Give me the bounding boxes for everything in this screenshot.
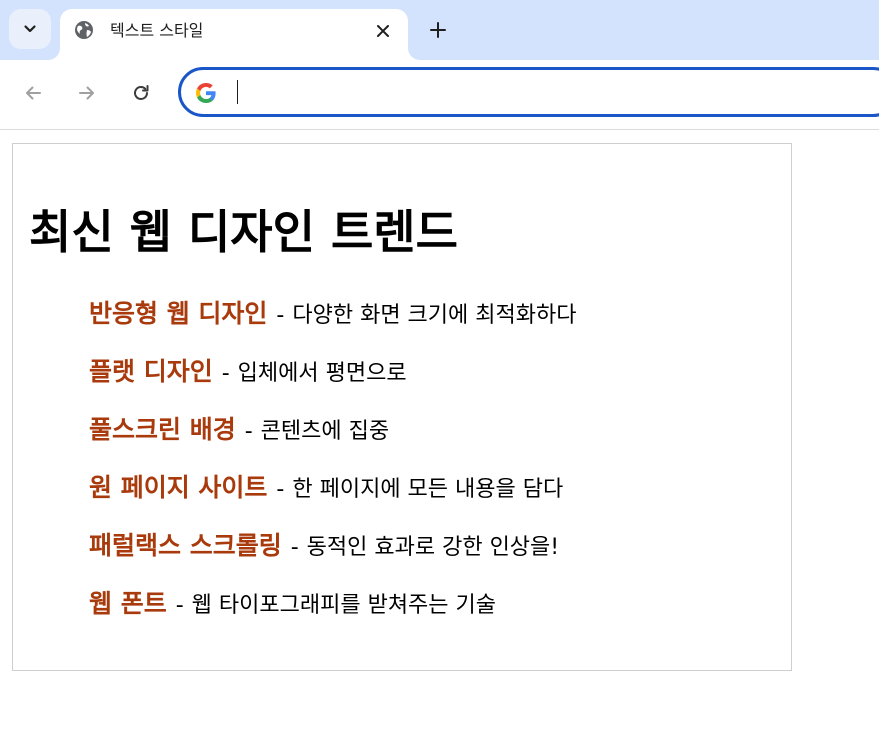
arrow-right-icon	[79, 86, 94, 100]
tab-close-button[interactable]	[370, 18, 396, 44]
page-content: 최신 웹 디자인 트렌드 반응형 웹 디자인 - 다양한 화면 크기에 최적화하…	[12, 143, 792, 671]
new-tab-button[interactable]	[420, 12, 456, 48]
back-button[interactable]	[15, 75, 51, 111]
list-item: 원 페이지 사이트 - 한 페이지에 모든 내용을 담다	[89, 468, 576, 526]
reload-icon	[134, 85, 149, 100]
browser-toolbar	[0, 60, 879, 130]
separator: -	[221, 361, 230, 386]
trend-description: 다양한 화면 크기에 최적화하다	[292, 303, 577, 328]
list-item: 풀스크린 배경 - 콘텐츠에 집중	[89, 410, 576, 468]
chevron-down-icon	[24, 25, 36, 33]
list-item: 웹 폰트 - 웹 타이포그래피를 받쳐주는 기술	[89, 584, 576, 642]
trend-description: 동적인 효과로 강한 인상을!	[306, 535, 560, 560]
trend-title: 웹 폰트	[89, 589, 167, 618]
arrow-left-icon	[26, 86, 41, 100]
globe-icon	[75, 21, 93, 39]
list-item: 플랫 디자인 - 입체에서 평면으로	[89, 352, 576, 410]
tab-strip: 텍스트 스타일	[0, 0, 879, 60]
trend-description: 한 페이지에 모든 내용을 담다	[292, 477, 564, 502]
trend-title: 반응형 웹 디자인	[89, 299, 268, 328]
plus-icon	[430, 22, 446, 38]
separator: -	[290, 535, 299, 560]
list-item: 반응형 웹 디자인 - 다양한 화면 크기에 최적화하다	[89, 294, 576, 352]
forward-button[interactable]	[69, 75, 105, 111]
separator: -	[244, 419, 253, 444]
trend-description: 입체에서 평면으로	[237, 361, 407, 386]
tab-search-button[interactable]	[9, 9, 51, 49]
reload-button[interactable]	[123, 75, 159, 111]
trend-description: 콘텐츠에 집중	[260, 419, 390, 444]
trend-description: 웹 타이포그래피를 받쳐주는 기술	[191, 593, 497, 618]
separator: -	[276, 303, 285, 328]
google-g-icon	[196, 83, 216, 103]
trend-title: 패럴랙스 스크롤링	[89, 531, 282, 560]
trend-title: 풀스크린 배경	[89, 415, 236, 444]
trend-list: 반응형 웹 디자인 - 다양한 화면 크기에 최적화하다 플랫 디자인 - 입체…	[89, 294, 576, 642]
trend-title: 원 페이지 사이트	[89, 473, 268, 502]
tab-title: 텍스트 스타일	[110, 21, 204, 40]
text-caret	[237, 80, 238, 104]
address-input[interactable]	[235, 76, 835, 108]
trend-title: 플랫 디자인	[89, 357, 213, 386]
address-bar[interactable]	[178, 67, 879, 117]
list-item: 패럴랙스 스크롤링 - 동적인 효과로 강한 인상을!	[89, 526, 576, 584]
active-tab[interactable]: 텍스트 스타일	[60, 9, 408, 60]
separator: -	[175, 593, 184, 618]
page-heading: 최신 웹 디자인 트렌드	[29, 205, 458, 259]
close-icon	[377, 25, 389, 37]
separator: -	[276, 477, 285, 502]
